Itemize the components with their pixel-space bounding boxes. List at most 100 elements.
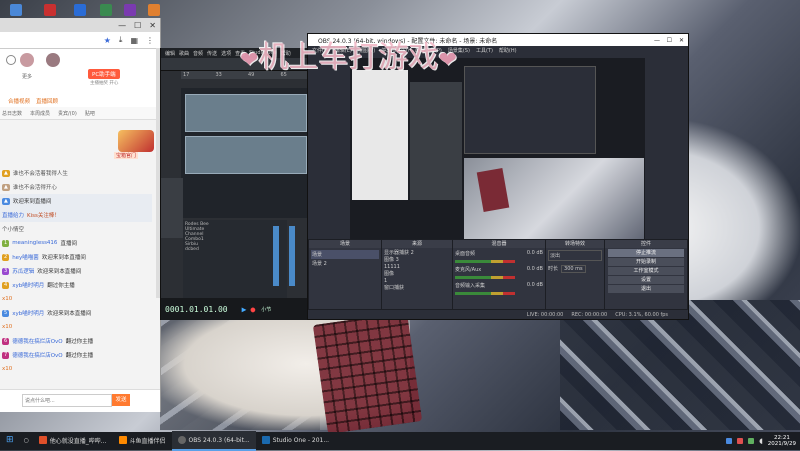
fader[interactable] — [289, 226, 295, 286]
source-item[interactable]: 图像 — [384, 271, 450, 278]
studio-mode-button[interactable]: 工作室模式 — [608, 267, 684, 275]
desktop-app-icon[interactable] — [100, 4, 112, 16]
maximize-icon[interactable]: ☐ — [667, 37, 672, 44]
sources-dock-title: 来源 — [382, 240, 452, 248]
transitions-dock-title: 转场特效 — [546, 240, 604, 248]
menu-options[interactable]: 选项 — [221, 50, 231, 57]
audio-clip[interactable] — [185, 136, 307, 174]
backdrop-keyboard-rows — [312, 311, 423, 435]
scenes-dock: 场景 场景 场景 2 — [308, 239, 382, 313]
taskbar-app-douyu[interactable]: 斗鱼直播伴侣 — [113, 431, 172, 451]
taskbar-app-studio-one[interactable]: Studio One - 201... — [256, 431, 335, 451]
merge-video-link[interactable]: 合播视频 — [8, 97, 30, 105]
pc-assistant-button[interactable]: PC助手端 — [88, 69, 120, 79]
bookmark-star-icon[interactable]: ★ — [104, 36, 111, 45]
volume-meter[interactable] — [455, 292, 515, 295]
close-icon[interactable]: ✕ — [149, 21, 156, 30]
volume-meter[interactable] — [455, 260, 515, 263]
mixer-channel-list: Rodes Bee Ultimate Channel Combo1 Sirbiu… — [183, 220, 287, 300]
menu-transport[interactable]: 传送 — [207, 50, 217, 57]
tray-app-icon[interactable] — [748, 438, 755, 444]
audio-clip[interactable] — [185, 94, 307, 132]
desktop-app-icon[interactable] — [10, 4, 22, 16]
minimize-icon[interactable]: — — [654, 37, 660, 44]
chat-message: 1 meaningless416 直播间 — [2, 239, 77, 247]
stop-streaming-button[interactable]: 停止推流 — [608, 249, 684, 257]
browser-titlebar: — ☐ ✕ — [0, 18, 160, 32]
fader[interactable] — [273, 226, 279, 286]
chat-message: ▲ 谁也不会活得开心 — [2, 183, 57, 191]
transition-select[interactable]: 淡出 — [548, 250, 602, 261]
settings-button[interactable]: 设置 — [608, 276, 684, 284]
tray-app-icon[interactable] — [737, 438, 744, 444]
menu-edit[interactable]: 编辑 — [165, 50, 175, 57]
tab-vip[interactable]: 贵宾/(0) — [58, 110, 77, 117]
chat-message: 个小情空 — [2, 227, 25, 233]
minimize-icon[interactable]: — — [118, 21, 126, 30]
desktop-app-icon[interactable] — [44, 4, 56, 16]
system-clock[interactable]: 22:21 2021/9/29 — [768, 435, 796, 447]
room-info-row: 合播视频 直播回顾 — [0, 95, 160, 107]
more-label[interactable]: 更多 — [22, 73, 32, 80]
volume-meter[interactable] — [455, 276, 515, 279]
mixer-channel[interactable]: dcbed — [185, 247, 285, 252]
chat-tabs: 总日志数 本周成员 贵宾/(0) 贴吧 — [0, 107, 160, 120]
desktop-app-icon[interactable] — [148, 4, 160, 16]
tab-daily[interactable]: 总日志数 — [2, 110, 22, 117]
menu-icon[interactable]: ⋮ — [146, 36, 154, 45]
chat-message: 6 德德我在搞烂店OvO 翻过你主播 — [2, 337, 94, 345]
controls-dock: 控件 停止推流 开始录制 工作室模式 设置 退出 — [604, 239, 688, 313]
duration-input[interactable]: 300 ms — [561, 265, 586, 273]
browser-app-icon — [38, 436, 47, 444]
menu-audio[interactable]: 音频 — [193, 50, 203, 57]
close-icon[interactable]: ✕ — [679, 37, 684, 44]
scenes-dock-title: 场景 — [309, 240, 381, 248]
maximize-icon[interactable]: ☐ — [134, 21, 141, 30]
scene-item[interactable]: 场景 — [311, 250, 379, 259]
search-button[interactable]: ○ — [20, 431, 33, 451]
download-icon[interactable]: ⤓ — [119, 35, 123, 45]
source-item[interactable]: 11111 — [384, 264, 450, 271]
chat-message: 直播给力 Kiss关注棒！ — [0, 208, 152, 222]
taskbar-app-obs[interactable]: OBS 24.0.3 (64-bit... — [171, 431, 256, 451]
exit-button[interactable]: 退出 — [608, 285, 684, 293]
taskbar-app-browser[interactable]: 他心就没直播_哔哔... — [33, 431, 113, 451]
record-icon[interactable]: ● — [250, 305, 255, 314]
windows-logo-icon: ⊞ — [6, 435, 14, 445]
source-item[interactable]: 显示器捕获 2 — [384, 250, 450, 257]
menu-song[interactable]: 歌曲 — [179, 50, 189, 57]
tray-app-icon[interactable] — [726, 438, 733, 444]
volume-icon[interactable]: ◖ — [759, 437, 763, 445]
preview-daw-thumb — [410, 82, 462, 200]
play-icon[interactable]: ▶ — [242, 305, 247, 314]
gift-label[interactable]: 宝箱官门 — [114, 152, 139, 159]
chat-input[interactable] — [22, 394, 112, 407]
desktop-app-icon[interactable] — [124, 4, 136, 16]
heart-icon: ❤ — [438, 48, 457, 73]
browser-toolbar: ★ ⤓ ▦ ⋮ — [0, 32, 160, 49]
gift-promo-badge[interactable] — [118, 130, 154, 152]
arrangement-view[interactable] — [181, 88, 311, 218]
obs-preview[interactable] — [350, 58, 645, 262]
location-icon[interactable] — [6, 55, 16, 65]
source-item[interactable]: 1 — [384, 278, 450, 285]
start-recording-button[interactable]: 开始录制 — [608, 258, 684, 266]
mixer-row: 麦克风/Aux 0.0 dB — [455, 266, 543, 273]
desktop-app-icon[interactable] — [74, 4, 86, 16]
source-item[interactable]: 图像 3 — [384, 257, 450, 264]
chat-input-bar: 发送 — [0, 389, 160, 412]
tab-weekly[interactable]: 本周成员 — [30, 110, 50, 117]
avatar[interactable] — [20, 53, 34, 67]
start-button[interactable]: ⊞ — [0, 431, 20, 451]
send-button[interactable]: 发送 — [112, 394, 130, 406]
tab-tieba[interactable]: 贴吧 — [85, 110, 95, 117]
scene-item[interactable]: 场景 2 — [311, 259, 379, 268]
anchor-avatar[interactable] — [46, 53, 60, 67]
extensions-icon[interactable]: ▦ — [130, 36, 138, 45]
search-icon: ○ — [23, 436, 29, 444]
live-review-link[interactable]: 直播回顾 — [36, 97, 58, 105]
source-item[interactable]: 窗口捕获 — [384, 285, 450, 292]
mixer-dock: 混音器 桌面音频 0.0 dB 麦克风/Aux 0.0 dB 音频输入采集 0.0 d… — [452, 239, 546, 313]
stream-title-text: 机上车打游戏 — [258, 40, 439, 75]
chat-message: x10 — [2, 324, 13, 330]
